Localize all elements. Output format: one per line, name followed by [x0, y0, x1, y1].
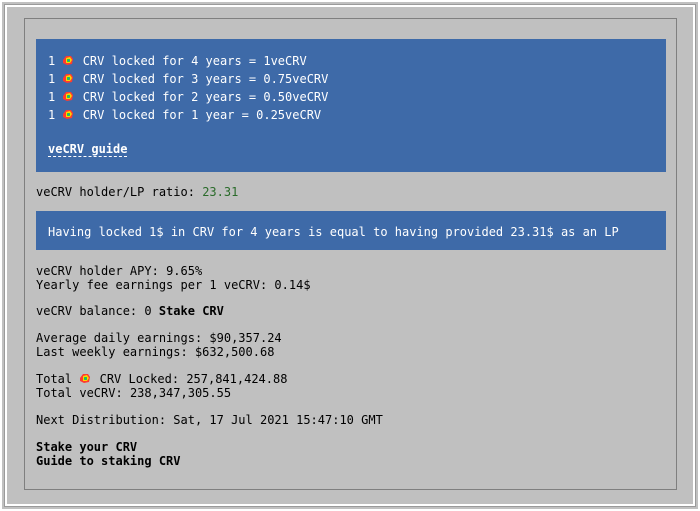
lock-token: CRV: [82, 90, 105, 104]
lock-amount: 1: [48, 54, 56, 68]
lock-row-2-years: 1 CRV locked for 2 years = 0.50veCRV: [48, 88, 654, 106]
apy-label: veCRV holder APY:: [36, 264, 159, 278]
ratio-value: 23.31: [202, 185, 239, 199]
lp-equivalence-text: Having locked 1$ in CRV for 4 years is e…: [48, 225, 619, 239]
ratio-label: veCRV holder/LP ratio:: [36, 185, 195, 199]
weekly-earnings-value: $632,500.68: [194, 345, 275, 359]
daily-earnings-label: Average daily earnings:: [36, 331, 203, 345]
weekly-earnings-label: Last weekly earnings:: [36, 345, 188, 359]
stake-your-crv-link[interactable]: Stake your CRV: [36, 440, 137, 454]
crv-token-icon: [62, 55, 75, 66]
lock-text: locked for 3 years = 0.75veCRV: [111, 72, 329, 86]
lock-text: locked for 2 years = 0.50veCRV: [111, 90, 329, 104]
next-distribution-value: Sat, 17 Jul 2021 15:47:10 GMT: [173, 413, 383, 427]
lock-row-4-years: 1 CRV locked for 4 years = 1veCRV: [48, 52, 654, 70]
balance-value: 0: [144, 304, 152, 318]
lock-row-3-years: 1 CRV locked for 3 years = 0.75veCRV: [48, 70, 654, 88]
lock-conversion-box: 1 CRV locked for 4 years = 1veCRV 1 CRV …: [36, 39, 666, 172]
next-distribution-label: Next Distribution:: [36, 413, 167, 427]
guide-to-staking-link[interactable]: Guide to staking CRV: [36, 454, 181, 468]
ratio-row: veCRV holder/LP ratio: 23.31: [36, 185, 238, 199]
fee-earnings-value: 0.14$: [274, 278, 311, 292]
lock-row-1-year: 1 CRV locked for 1 year = 0.25veCRV: [48, 106, 654, 124]
daily-earnings-row: Average daily earnings: $90,357.24: [36, 331, 282, 345]
crv-token-icon: [62, 73, 75, 84]
total-crv-label: CRV Locked:: [99, 372, 180, 386]
apy-row: veCRV holder APY: 9.65%: [36, 264, 202, 278]
lock-amount: 1: [48, 72, 56, 86]
lock-token: CRV: [82, 54, 105, 68]
balance-label: veCRV balance:: [36, 304, 138, 318]
total-vecrv-row: Total veCRV: 238,347,305.55: [36, 386, 231, 400]
fee-earnings-label: Yearly fee earnings per 1 veCRV:: [36, 278, 268, 292]
next-distribution-row: Next Distribution: Sat, 17 Jul 2021 15:4…: [36, 413, 383, 427]
weekly-earnings-row: Last weekly earnings: $632,500.68: [36, 345, 274, 359]
daily-earnings-value: $90,357.24: [209, 331, 282, 345]
lock-text: locked for 4 years = 1veCRV: [111, 54, 307, 68]
total-vecrv-label: Total veCRV:: [36, 386, 123, 400]
crv-token-icon: [62, 109, 75, 120]
lock-amount: 1: [48, 108, 56, 122]
lock-token: CRV: [82, 108, 105, 122]
lp-equivalence-box: Having locked 1$ in CRV for 4 years is e…: [36, 211, 666, 250]
stake-crv-link[interactable]: Stake CRV: [159, 304, 224, 318]
crv-token-icon: [62, 91, 75, 102]
balance-row: veCRV balance: 0 Stake CRV: [36, 304, 224, 318]
fee-earnings-row: Yearly fee earnings per 1 veCRV: 0.14$: [36, 278, 311, 292]
total-crv-value: 257,841,424.88: [186, 372, 288, 386]
vecrv-info-panel: 1 CRV locked for 4 years = 1veCRV 1 CRV …: [24, 18, 677, 490]
apy-value: 9.65%: [166, 264, 203, 278]
total-crv-locked-row: Total CRV Locked: 257,841,424.88: [36, 372, 287, 386]
vecrv-guide-link[interactable]: veCRV guide: [48, 142, 128, 157]
lock-token: CRV: [82, 72, 105, 86]
total-crv-prefix: Total: [36, 372, 73, 386]
total-vecrv-value: 238,347,305.55: [129, 386, 232, 400]
lock-text: locked for 1 year = 0.25veCRV: [111, 108, 322, 122]
crv-token-icon: [79, 373, 92, 384]
lock-amount: 1: [48, 90, 56, 104]
